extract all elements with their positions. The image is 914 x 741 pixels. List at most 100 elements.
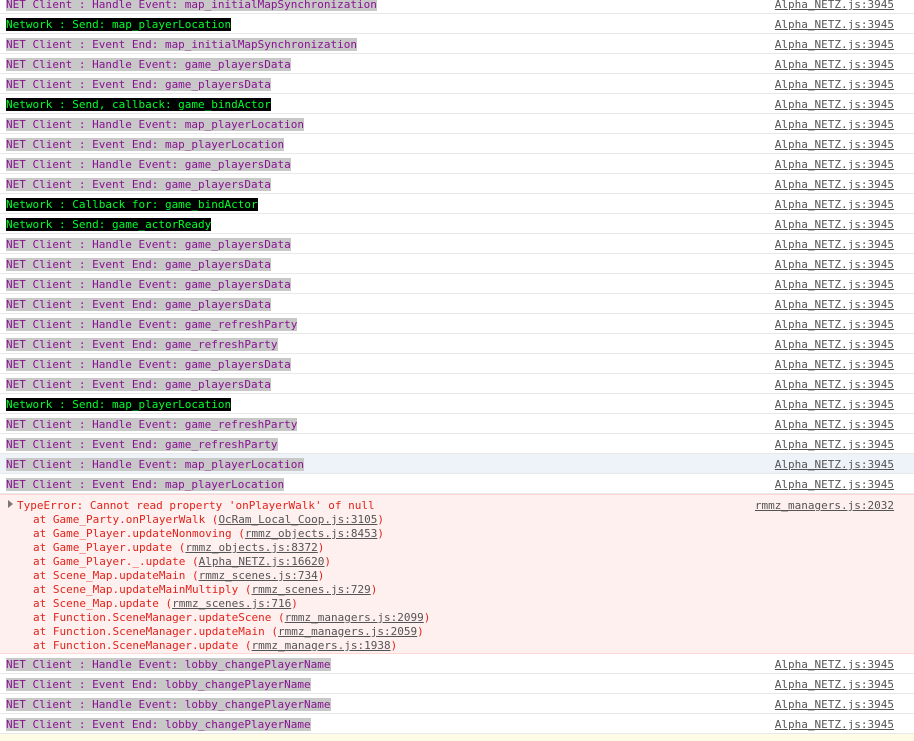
log-row[interactable]: Network : Send: map_playerLocation Alpha_… bbox=[0, 14, 914, 34]
log-row[interactable]: NET Client : Event End: map_playerLocati… bbox=[0, 474, 914, 494]
log-message: NET Client : Event End: map_initialMapSy… bbox=[6, 38, 357, 51]
log-message: NET Client : Event End: map_playerLocati… bbox=[6, 478, 285, 491]
stack-frame-text: at Function.SceneManager.update ( bbox=[33, 639, 252, 652]
log-source-link[interactable]: Alpha_NETZ.js:3945 bbox=[775, 458, 894, 471]
log-row[interactable]: NET Client : Handle Event: game_playersD… bbox=[0, 154, 914, 174]
log-source-link[interactable]: Alpha_NETZ.js:3945 bbox=[775, 398, 894, 411]
log-row[interactable]: NET Client : Handle Event: game_playersD… bbox=[0, 274, 914, 294]
log-message: NET Client : Handle Event: game_playersD… bbox=[6, 158, 291, 171]
log-source-link[interactable]: Alpha_NETZ.js:3945 bbox=[775, 98, 894, 111]
stack-frame-link[interactable]: rmmz_scenes.js:716 bbox=[172, 597, 291, 610]
log-row[interactable]: NET Client : Event End: game_refreshPart… bbox=[0, 434, 914, 454]
error-message[interactable]: TypeError: Cannot read property 'onPlaye… bbox=[0, 494, 914, 654]
stack-frame-text: at Game_Player._.update ( bbox=[33, 555, 199, 568]
log-message: NET Client : Handle Event: lobby_changeP… bbox=[6, 698, 331, 711]
log-row[interactable]: NET Client : Event End: game_playersData… bbox=[0, 374, 914, 394]
log-source-link[interactable]: Alpha_NETZ.js:3945 bbox=[775, 418, 894, 431]
log-source-link[interactable]: Alpha_NETZ.js:3945 bbox=[775, 698, 894, 711]
log-row[interactable]: NET Client : Handle Event: map_playerLoc… bbox=[0, 114, 914, 134]
stack-frame-link[interactable]: Alpha_NETZ.js:16620 bbox=[199, 555, 325, 568]
stack-frame-link[interactable]: rmmz_managers.js:2099 bbox=[285, 611, 424, 624]
log-source-link[interactable]: Alpha_NETZ.js:3945 bbox=[775, 378, 894, 391]
log-row[interactable]: NET Client : Handle Event: lobby_changeP… bbox=[0, 654, 914, 674]
log-source-link[interactable]: Alpha_NETZ.js:3945 bbox=[775, 58, 894, 71]
log-source-link[interactable]: Alpha_NETZ.js:3945 bbox=[775, 478, 894, 491]
stack-frame-close: ) bbox=[423, 611, 431, 624]
log-source-link[interactable]: Alpha_NETZ.js:3945 bbox=[775, 658, 894, 671]
log-row[interactable]: Network : Send, callback: game_bindActor… bbox=[0, 94, 914, 114]
log-message: NET Client : Handle Event: map_initialMa… bbox=[6, 0, 377, 11]
log-message: Network : Send: map_playerLocation bbox=[6, 398, 232, 411]
log-row[interactable]: NET Client : Event End: map_playerLocati… bbox=[0, 134, 914, 154]
stack-frame-link[interactable]: rmmz_managers.js:2059 bbox=[278, 625, 417, 638]
log-source-link[interactable]: Alpha_NETZ.js:3945 bbox=[775, 238, 894, 251]
log-row[interactable]: NET Client : Handle Event: game_refreshP… bbox=[0, 414, 914, 434]
log-row[interactable]: NET Client : Event End: game_playersData… bbox=[0, 74, 914, 94]
log-row[interactable]: NET Client : Event End: game_refreshPart… bbox=[0, 334, 914, 354]
stack-frame-close: ) bbox=[291, 597, 298, 610]
stack-frame-link[interactable]: rmmz_objects.js:8453 bbox=[245, 527, 377, 540]
log-source-link[interactable]: Alpha_NETZ.js:3945 bbox=[775, 78, 894, 91]
log-row[interactable]: NET Client : Handle Event: game_playersD… bbox=[0, 234, 914, 254]
log-message: NET Client : Handle Event: lobby_changeP… bbox=[6, 658, 331, 671]
log-source-link[interactable]: Alpha_NETZ.js:3945 bbox=[775, 38, 894, 51]
log-source-link[interactable]: Alpha_NETZ.js:3945 bbox=[775, 298, 894, 311]
stack-frame-close: ) bbox=[370, 583, 378, 596]
stack-frame-text: at Function.SceneManager.updateMain ( bbox=[33, 625, 279, 638]
stack-frame-text: at Game_Party.onPlayerWalk ( bbox=[33, 513, 219, 526]
log-source-link[interactable]: Alpha_NETZ.js:3945 bbox=[775, 158, 894, 171]
log-source-link[interactable]: Alpha_NETZ.js:3945 bbox=[775, 218, 894, 231]
stack-frame-link[interactable]: rmmz_scenes.js:734 bbox=[199, 569, 318, 582]
log-source-link[interactable]: Alpha_NETZ.js:3945 bbox=[775, 438, 894, 451]
log-group-before: NET Client : Handle Event: map_initialMa… bbox=[0, 0, 914, 494]
expand-triangle-icon[interactable] bbox=[8, 500, 13, 508]
log-group-after: NET Client : Handle Event: lobby_changeP… bbox=[0, 654, 914, 734]
log-source-link[interactable]: Alpha_NETZ.js:3945 bbox=[775, 258, 894, 271]
log-row[interactable]: NET Client : Handle Event: lobby_changeP… bbox=[0, 694, 914, 714]
stack-frame-text: at Scene_Map.update ( bbox=[33, 597, 173, 610]
log-row[interactable]: NET Client : Handle Event: map_initialMa… bbox=[0, 0, 914, 14]
log-row[interactable]: Network : Send: map_playerLocation Alpha_… bbox=[0, 394, 914, 414]
partial-log-row bbox=[0, 734, 914, 741]
log-source-link[interactable]: Alpha_NETZ.js:3945 bbox=[775, 178, 894, 191]
log-source-link[interactable]: Alpha_NETZ.js:3945 bbox=[775, 0, 894, 11]
log-row[interactable]: NET Client : Event End: game_playersData… bbox=[0, 294, 914, 314]
log-source-link[interactable]: Alpha_NETZ.js:3945 bbox=[775, 678, 894, 691]
log-source-link[interactable]: Alpha_NETZ.js:3945 bbox=[775, 18, 894, 31]
stack-frame-link[interactable]: rmmz_managers.js:1938 bbox=[252, 639, 391, 652]
log-row[interactable]: NET Client : Event End: map_initialMapSy… bbox=[0, 34, 914, 54]
log-source-link[interactable]: Alpha_NETZ.js:3945 bbox=[775, 118, 894, 131]
log-row[interactable]: NET Client : Handle Event: game_playersD… bbox=[0, 54, 914, 74]
log-row[interactable]: NET Client : Event End: lobby_changePlay… bbox=[0, 714, 914, 734]
stack-frame-link[interactable]: OcRam_Local_Coop.js:3105 bbox=[218, 513, 377, 526]
log-source-link[interactable]: Alpha_NETZ.js:3945 bbox=[775, 278, 894, 291]
log-row[interactable]: NET Client : Event End: game_playersData… bbox=[0, 174, 914, 194]
log-row[interactable]: NET Client : Event End: lobby_changePlay… bbox=[0, 674, 914, 694]
log-source-link[interactable]: Alpha_NETZ.js:3945 bbox=[775, 138, 894, 151]
stack-frame-link[interactable]: rmmz_objects.js:8372 bbox=[185, 541, 317, 554]
log-row[interactable]: Network : Send: game_actorReady Alpha_NET… bbox=[0, 214, 914, 234]
log-row[interactable]: NET Client : Handle Event: game_playersD… bbox=[0, 354, 914, 374]
stack-frame-close: ) bbox=[317, 569, 325, 582]
error-header[interactable]: TypeError: Cannot read property 'onPlaye… bbox=[8, 499, 375, 513]
stack-frame-link[interactable]: rmmz_scenes.js:729 bbox=[252, 583, 371, 596]
log-source-link[interactable]: Alpha_NETZ.js:3945 bbox=[775, 318, 894, 331]
stack-frame-close: ) bbox=[390, 639, 398, 652]
log-message: NET Client : Handle Event: game_refreshP… bbox=[6, 318, 298, 331]
log-message: NET Client : Handle Event: game_playersD… bbox=[6, 238, 291, 251]
log-source-link[interactable]: Alpha_NETZ.js:3945 bbox=[775, 338, 894, 351]
log-row[interactable]: NET Client : Event End: game_playersData… bbox=[0, 254, 914, 274]
log-source-link[interactable]: Alpha_NETZ.js:3945 bbox=[775, 718, 894, 731]
stack-frame: at Function.SceneManager.updateMain (rmm… bbox=[33, 625, 430, 639]
log-row[interactable]: Network : Callback for: game_bindActor Al… bbox=[0, 194, 914, 214]
log-row[interactable]: NET Client : Handle Event: game_refreshP… bbox=[0, 314, 914, 334]
log-message: NET Client : Event End: game_playersData bbox=[6, 178, 271, 191]
log-message: NET Client : Handle Event: game_refreshP… bbox=[6, 418, 298, 431]
stack-frame-text: at Game_Player.update ( bbox=[33, 541, 186, 554]
log-row[interactable]: NET Client : Handle Event: map_playerLoc… bbox=[0, 454, 914, 474]
error-source-link[interactable]: rmmz_managers.js:2032 bbox=[755, 499, 894, 513]
log-source-link[interactable]: Alpha_NETZ.js:3945 bbox=[775, 358, 894, 371]
log-source-link[interactable]: Alpha_NETZ.js:3945 bbox=[775, 198, 894, 211]
stack-frame: at Function.SceneManager.updateScene (rm… bbox=[33, 611, 430, 625]
log-message: NET Client : Handle Event: map_playerLoc… bbox=[6, 118, 305, 131]
